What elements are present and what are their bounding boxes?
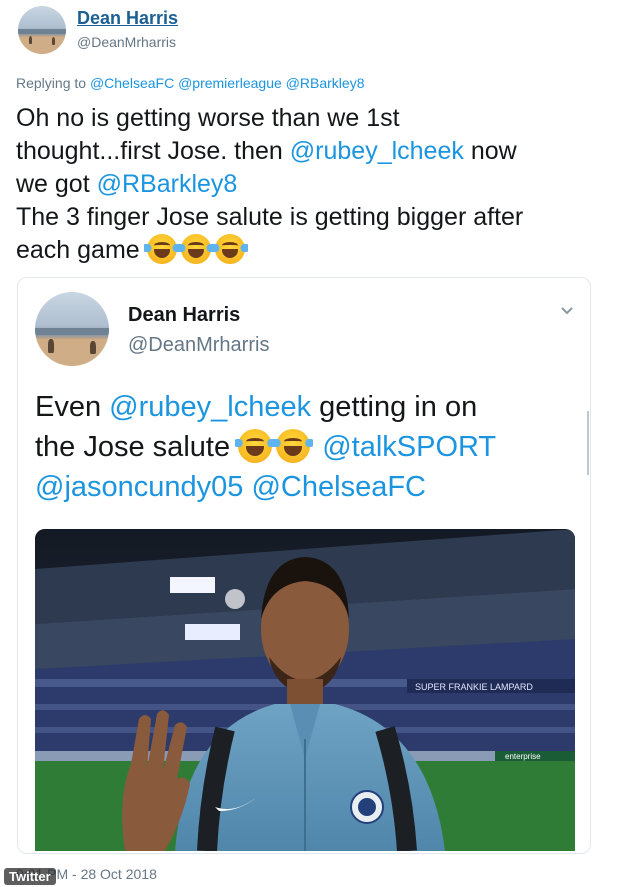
mention-rbarkley8[interactable]: @RBarkley8 [97,170,238,198]
quoted-mention-jasoncundy05[interactable]: @jasoncundy05 [35,471,243,503]
stand-banner-text: SUPER FRANKIE LAMPARD [415,682,533,692]
tears-of-joy-icon [143,234,180,264]
quoted-mention-chelseafc[interactable]: @ChelseaFC [251,471,426,503]
reply-mention-chelseafc[interactable]: @ChelseaFC [90,75,174,91]
chevron-down-icon[interactable] [560,304,574,318]
author-avatar[interactable] [18,6,66,54]
tweet-text: Oh no is getting worse than we 1st thoug… [16,102,616,267]
replying-to-label: Replying to [16,75,87,91]
tweet-line-5: each game [16,234,616,267]
scrollbar[interactable] [587,411,589,475]
mention-rubey-lcheek[interactable]: @rubey_lcheek [290,137,464,165]
quoted-mention-talksport[interactable]: @talkSPORT [322,431,496,463]
ad-board-text: enterprise [505,752,541,761]
twitter-watermark: Twitter [4,868,56,885]
quoted-author-avatar[interactable] [35,292,109,366]
quoted-line-1: Even @rubey_lcheek getting in on [35,387,580,427]
reply-mention-premierleague[interactable]: @premierleague [178,75,282,91]
quoted-author-handle: @DeanMrharris [128,334,270,356]
tweet-text-segment: now [463,137,517,165]
tears-of-joy-icon [177,234,214,264]
tweet-line-1: Oh no is getting worse than we 1st [16,104,400,132]
replying-to-line: Replying to @ChelseaFC @premierleague @R… [16,75,364,91]
quoted-text-segment: getting in on [311,391,478,423]
quoted-line-3: @jasoncundy05 @ChelseaFC [35,467,580,507]
quoted-text-segment: Even [35,391,110,423]
quoted-text-segment: the Jose salute [35,431,239,463]
quoted-mention-rubey-lcheek[interactable]: @rubey_lcheek [109,391,311,423]
tweet-text-segment: thought...first Jose. then [16,137,290,165]
quoted-tweet-text: Even @rubey_lcheek getting in on the Jos… [35,387,580,507]
embedded-tweet-card[interactable]: Dean Harris @DeanMrharris Even @rubey_lc… [17,277,591,854]
reply-mention-rbarkley8[interactable]: @RBarkley8 [286,75,365,91]
tears-of-joy-icon [211,234,248,264]
quoted-line-2: the Jose salute @talkSPORT [35,427,580,467]
quoted-author-name[interactable]: Dean Harris [128,304,240,327]
tears-of-joy-icon [273,429,314,463]
tweet-line-2: thought...first Jose. then @rubey_lcheek… [16,135,616,168]
tweet-line-4: The 3 finger Jose salute is getting bigg… [16,203,524,231]
tweet-line-3: we got @RBarkley8 [16,168,616,201]
tears-of-joy-icon [235,429,276,463]
author-name-link[interactable]: Dean Harris [77,8,178,29]
tweet-photo[interactable]: SUPER FRANKIE LAMPARD enterprise [35,529,575,851]
author-handle: @DeanMrharris [77,34,177,50]
tweet-text-segment: we got [16,170,97,198]
tweet-text-segment: each game [16,236,140,264]
